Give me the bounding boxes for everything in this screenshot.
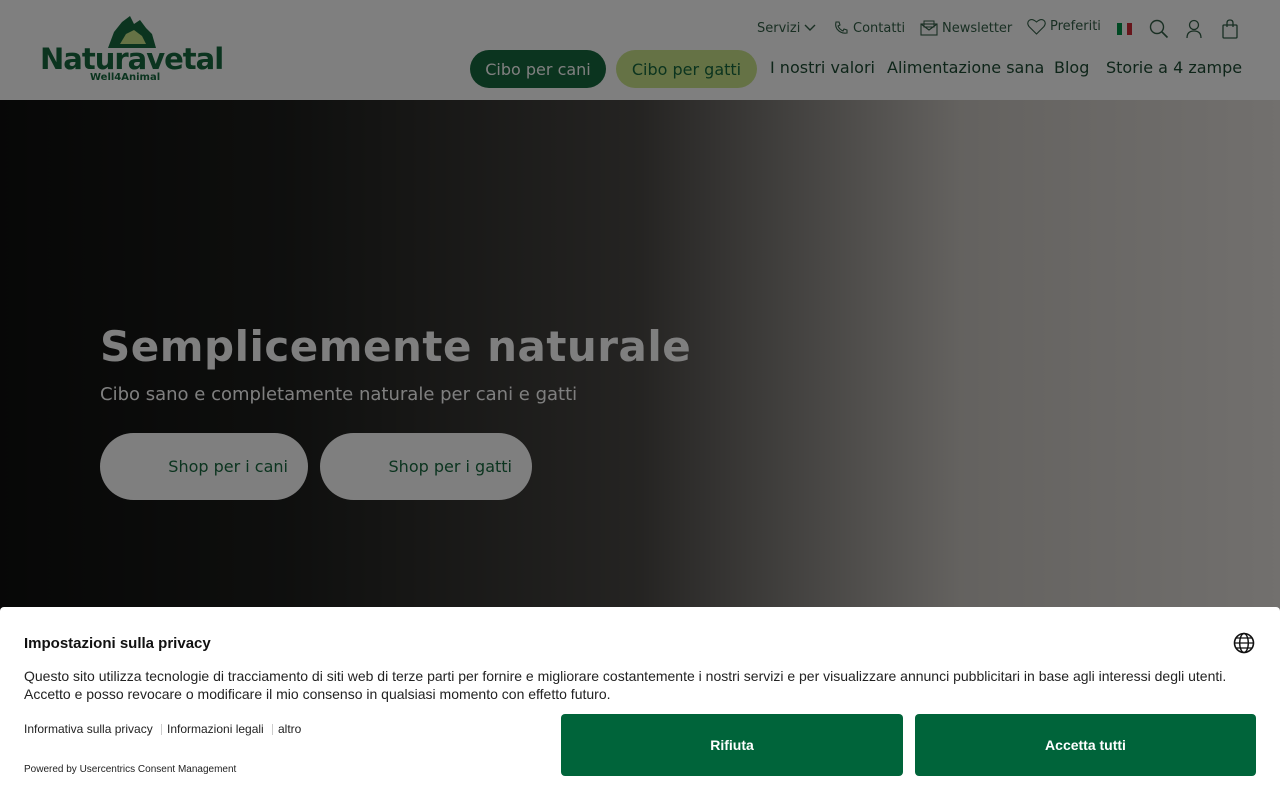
- link-divider: [272, 724, 273, 735]
- language-globe-icon[interactable]: [1233, 632, 1255, 654]
- accept-all-button[interactable]: Accetta tutti: [915, 714, 1256, 776]
- privacy-consent-banner: Impostazioni sulla privacy Questo sito u…: [0, 607, 1280, 800]
- consent-title: Impostazioni sulla privacy: [24, 635, 211, 652]
- powered-by-text[interactable]: Powered by Usercentrics Consent Manageme…: [24, 764, 236, 775]
- reject-button[interactable]: Rifiuta: [561, 714, 903, 776]
- consent-text: Questo sito utilizza tecnologie di tracc…: [24, 667, 1244, 703]
- privacy-policy-link[interactable]: Informativa sulla privacy: [24, 722, 153, 736]
- consent-text-line-2: Accetto e posso revocare o modificare il…: [24, 686, 611, 702]
- legal-info-link[interactable]: Informazioni legali: [167, 722, 264, 736]
- link-divider: [161, 724, 162, 735]
- consent-text-line-1: Questo sito utilizza tecnologie di tracc…: [24, 668, 1227, 684]
- more-link[interactable]: altro: [278, 722, 301, 736]
